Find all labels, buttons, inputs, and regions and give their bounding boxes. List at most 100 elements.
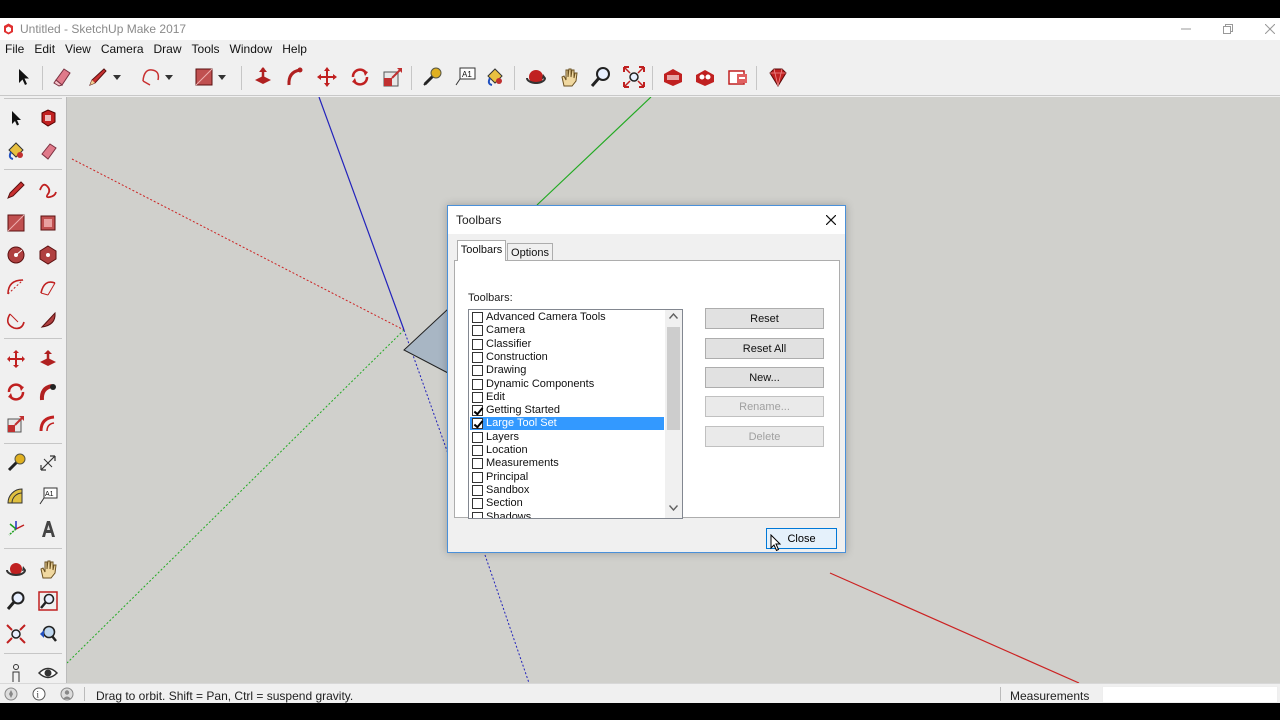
3d-text-tool-button[interactable] (35, 516, 61, 542)
toolbar-list-item[interactable]: Dynamic Components (470, 378, 664, 391)
pan-tool-button[interactable] (35, 556, 61, 582)
menu-view[interactable]: View (65, 40, 96, 58)
scroll-down-button[interactable] (665, 503, 682, 517)
protractor-tool-button[interactable] (3, 483, 29, 509)
move-tool-button[interactable] (3, 346, 29, 372)
tab-options[interactable]: Options (507, 243, 553, 261)
menu-draw[interactable]: Draw (154, 40, 187, 58)
rotated-rectangle-tool-button[interactable] (35, 210, 61, 236)
toolbar-checkbox[interactable] (472, 458, 483, 470)
reset-all-button[interactable]: Reset All (705, 338, 824, 359)
select-tool-button[interactable] (11, 64, 37, 90)
menu-tools[interactable]: Tools (192, 40, 225, 58)
eraser-tool-button[interactable] (49, 64, 75, 90)
new-toolbar-button[interactable]: New... (705, 367, 824, 388)
extension-manager-button[interactable] (765, 64, 791, 90)
toolbar-list-item[interactable]: Principal (470, 471, 664, 484)
two-point-arc-tool-button[interactable] (35, 274, 61, 300)
reset-button[interactable]: Reset (705, 308, 824, 329)
toolbar-list-item[interactable]: Layers (470, 431, 664, 444)
scroll-thumb[interactable] (667, 327, 680, 430)
zoom-tool-button[interactable] (588, 64, 614, 90)
toolbar-checkbox[interactable] (472, 312, 483, 323)
make-component-button[interactable] (35, 105, 61, 131)
toolbar-list-item[interactable]: Sandbox (470, 484, 664, 497)
axes-tool-button[interactable] (3, 516, 29, 542)
send-to-layout-button[interactable] (725, 64, 751, 90)
push-pull-tool-button[interactable] (250, 64, 276, 90)
toolbar-list-item[interactable]: Advanced Camera Tools (470, 311, 664, 324)
toolbar-list-item[interactable]: Shadows (470, 511, 664, 518)
push-pull-tool-button[interactable] (35, 346, 61, 372)
toolbar-list-item[interactable]: Camera (470, 324, 664, 337)
arc-tool-button[interactable] (3, 274, 29, 300)
toolbar-checkbox[interactable] (472, 325, 483, 337)
toolbar-list-item[interactable]: Edit (470, 391, 664, 404)
toolbar-checkbox[interactable] (472, 471, 483, 483)
dimensions-tool-button[interactable] (35, 450, 61, 476)
eraser-tool-button[interactable] (35, 138, 61, 164)
three-point-arc-tool-button[interactable] (3, 307, 29, 333)
toolbar-list-item[interactable]: Measurements (470, 457, 664, 470)
tape-measure-tool-button[interactable] (3, 450, 29, 476)
paint-bucket-tool-button[interactable] (482, 64, 508, 90)
delete-button[interactable]: Delete (705, 426, 824, 447)
rectangle-tool-button[interactable] (3, 210, 29, 236)
circle-tool-button[interactable] (3, 242, 29, 268)
toolbar-checkbox[interactable] (472, 418, 483, 430)
previous-view-button[interactable] (35, 621, 61, 647)
toolbar-checkbox[interactable] (472, 405, 483, 417)
minimize-button[interactable] (1166, 18, 1206, 40)
menu-camera[interactable]: Camera (101, 40, 149, 58)
user-account-icon[interactable] (60, 687, 74, 701)
text-tool-button[interactable]: A1 (452, 64, 478, 90)
3d-warehouse-button[interactable] (660, 64, 686, 90)
line-tools-dropdown[interactable] (110, 64, 124, 90)
extension-warehouse-button[interactable] (692, 64, 718, 90)
measurements-input[interactable] (1102, 686, 1278, 703)
zoom-tool-button[interactable] (3, 588, 29, 614)
line-tool-button[interactable] (3, 177, 29, 203)
zoom-extents-tool-button[interactable] (621, 64, 647, 90)
shape-tools-dropdown[interactable] (215, 64, 229, 90)
zoom-window-tool-button[interactable] (35, 588, 61, 614)
toolbar-checkbox[interactable] (472, 338, 483, 350)
menu-help[interactable]: Help (282, 40, 312, 58)
polygon-tool-button[interactable] (35, 242, 61, 268)
close-window-button[interactable] (1250, 18, 1280, 40)
tape-measure-tool-button[interactable] (419, 64, 445, 90)
toolbar-checkbox[interactable] (472, 378, 483, 390)
select-tool-button[interactable] (3, 105, 29, 131)
zoom-extents-tool-button[interactable] (3, 621, 29, 647)
toolbar-list-item[interactable]: Getting Started (470, 404, 664, 417)
menu-edit[interactable]: Edit (34, 40, 60, 58)
freehand-tool-button[interactable] (35, 177, 61, 203)
maximize-button[interactable] (1208, 18, 1248, 40)
model-face[interactable] (403, 307, 449, 374)
pan-tool-button[interactable] (556, 64, 582, 90)
toolbar-checkbox[interactable] (472, 391, 483, 403)
toolbar-checkbox[interactable] (472, 498, 483, 510)
pencil-tool-button[interactable] (85, 64, 111, 90)
follow-me-tool-button[interactable] (35, 379, 61, 405)
geo-location-icon[interactable] (4, 687, 18, 701)
toolbar-checkbox[interactable] (472, 351, 483, 363)
arc-tool-button[interactable] (138, 64, 164, 90)
pie-tool-button[interactable] (35, 307, 61, 333)
rename-button[interactable]: Rename... (705, 396, 824, 417)
follow-me-tool-button[interactable] (282, 64, 308, 90)
scroll-up-button[interactable] (665, 311, 682, 325)
list-scrollbar[interactable] (665, 310, 682, 518)
scale-tool-button[interactable] (380, 64, 406, 90)
toolbar-list-item[interactable]: Construction (470, 351, 664, 364)
toolbar-list-item[interactable]: Drawing (470, 364, 664, 377)
toolbar-checkbox[interactable] (472, 484, 483, 496)
toolbar-list-item[interactable]: Classifier (470, 338, 664, 351)
rotate-tool-button[interactable] (3, 379, 29, 405)
toolbars-list[interactable]: Advanced Camera Tools Camera Classifier Con… (468, 309, 683, 519)
text-tool-button[interactable]: A1 (35, 483, 61, 509)
orbit-tool-button[interactable] (3, 556, 29, 582)
menu-window[interactable]: Window (230, 40, 278, 58)
toolbar-list-item[interactable]: Location (470, 444, 664, 457)
menu-file[interactable]: File (5, 40, 29, 58)
